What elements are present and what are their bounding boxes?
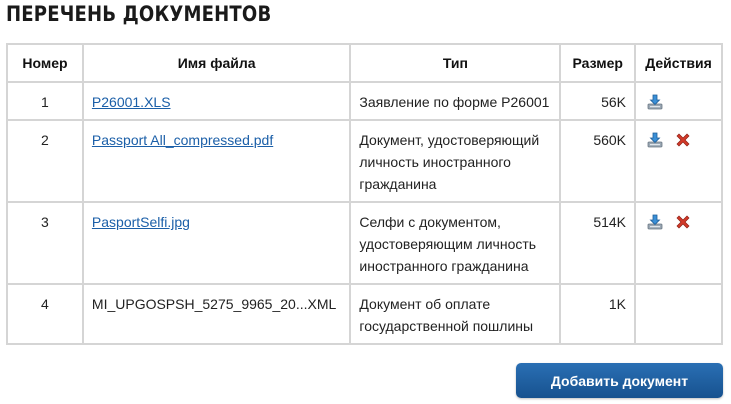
doc-type: Документ, удостоверяющий личность иностр… <box>351 121 562 203</box>
table-row: 1 P26001.XLS Заявление по форме Р26001 5… <box>8 83 721 121</box>
header-filename: Имя файла <box>83 45 352 83</box>
file-size: 560K <box>561 121 637 203</box>
file-link[interactable]: Passport All_compressed.pdf <box>92 132 273 148</box>
header-number: Номер <box>8 45 84 83</box>
actions-empty <box>636 285 721 343</box>
doc-type: Заявление по форме Р26001 <box>351 83 562 121</box>
page-title: ПЕРЕЧЕНЬ ДОКУМЕНТОВ <box>6 2 272 26</box>
doc-type: Документ об оплате государственной пошли… <box>351 285 562 343</box>
row-number: 2 <box>8 121 84 203</box>
add-document-button[interactable]: Добавить документ <box>516 363 723 398</box>
download-icon[interactable] <box>646 131 664 149</box>
file-name: MI_UPGOSPSH_5275_9965_20...XML <box>91 296 337 312</box>
download-icon[interactable] <box>646 93 664 111</box>
header-actions: Действия <box>636 45 721 83</box>
header-size: Размер <box>561 45 637 83</box>
delete-icon[interactable] <box>674 131 692 149</box>
doc-type: Селфи с документом, удостоверяющим лично… <box>351 203 562 285</box>
table-header-row: Номер Имя файла Тип Размер Действия <box>8 45 721 83</box>
row-number: 4 <box>8 285 84 343</box>
row-number: 1 <box>8 83 84 121</box>
file-size: 514K <box>561 203 637 285</box>
delete-icon[interactable] <box>674 213 692 231</box>
documents-table: Номер Имя файла Тип Размер Действия 1 P2… <box>6 43 723 345</box>
file-size: 56K <box>561 83 637 121</box>
table-row: 3 PasportSelfi.jpg Селфи с документом, у… <box>8 203 721 285</box>
table-row: 4 MI_UPGOSPSH_5275_9965_20...XML Докумен… <box>8 285 721 343</box>
download-icon[interactable] <box>646 213 664 231</box>
table-row: 2 Passport All_compressed.pdf Документ, … <box>8 121 721 203</box>
file-link[interactable]: PasportSelfi.jpg <box>92 214 190 230</box>
row-number: 3 <box>8 203 84 285</box>
file-size: 1K <box>561 285 637 343</box>
header-type: Тип <box>351 45 562 83</box>
file-link[interactable]: P26001.XLS <box>92 94 171 110</box>
